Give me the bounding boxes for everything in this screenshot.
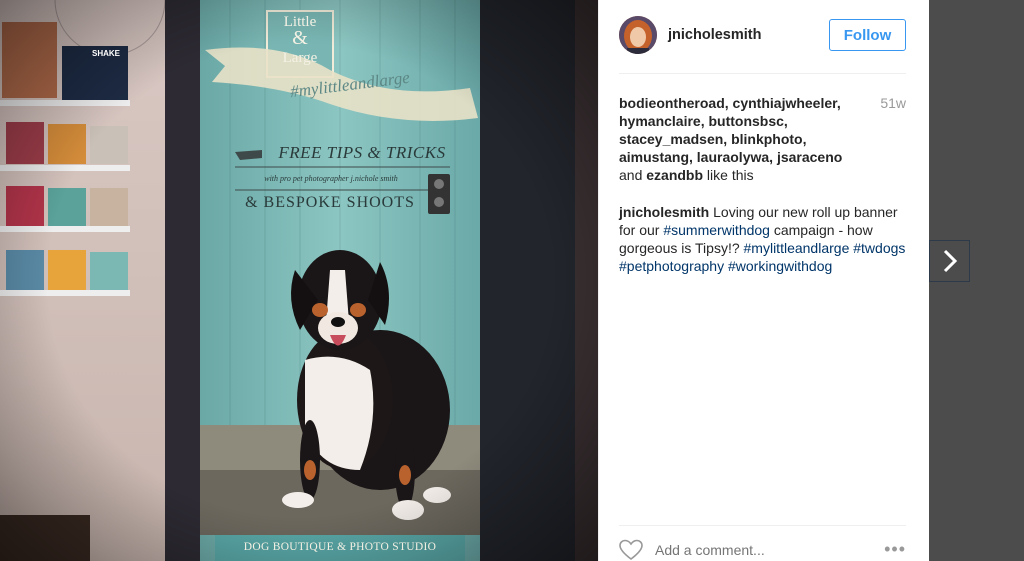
likes-summary: 51w bodieontheroad, cynthiajwheeler, hym… <box>619 94 906 184</box>
banner-bespoke: & BESPOKE SHOOTS <box>245 194 415 211</box>
post-photo: Little & Large #mylittleandlarge FREE TI… <box>0 0 598 561</box>
more-options-icon[interactable]: ••• <box>884 540 906 558</box>
liker-names[interactable]: bodieontheroad, cynthiajwheeler, hymancl… <box>619 95 842 165</box>
banner-free-tips: FREE TIPS & TRICKS <box>278 143 446 162</box>
banner-footer: DOG BOUTIQUE & PHOTO STUDIO <box>243 541 437 553</box>
username-link[interactable]: jnicholesmith <box>668 27 761 43</box>
likes-text: bodieontheroad, cynthiajwheeler, hymancl… <box>619 94 869 184</box>
comment-input[interactable] <box>655 541 855 558</box>
heart-icon[interactable] <box>619 539 643 561</box>
likes-and: and <box>619 167 643 183</box>
hashtag-link[interactable]: #twdogs <box>853 240 905 256</box>
post-side-panel: jnicholesmith Follow 51w bodieontheroad,… <box>598 0 929 561</box>
next-post-button[interactable] <box>929 240 970 282</box>
comment-bar: ••• <box>619 525 906 561</box>
post-modal: Little & Large #mylittleandlarge FREE TI… <box>0 0 929 561</box>
chevron-right-icon <box>943 249 957 273</box>
avatar[interactable] <box>619 16 657 54</box>
post-caption: jnicholesmith Loving our new roll up ban… <box>619 203 906 275</box>
banner-photographer-line: with pro pet photographer j.nichole smit… <box>264 174 398 183</box>
caption-author[interactable]: jnicholesmith <box>619 204 709 220</box>
shelf-book-label: SHAKE <box>91 49 120 58</box>
follow-button[interactable]: Follow <box>829 19 906 51</box>
post-header: jnicholesmith Follow <box>619 16 906 74</box>
hashtag-link[interactable]: #summerwithdog <box>663 222 770 238</box>
hashtag-link[interactable]: #mylittleandlarge <box>744 240 850 256</box>
hashtag-link[interactable]: #workingwithdog <box>728 258 832 274</box>
liker-last-name[interactable]: ezandbb <box>646 167 703 183</box>
banner-logo-amp: & <box>292 27 308 49</box>
likes-suffix: like this <box>706 167 754 183</box>
post-age[interactable]: 51w <box>880 94 906 112</box>
hashtag-link[interactable]: #petphotography <box>619 258 724 274</box>
banner-logo-line-2: Large <box>282 50 318 66</box>
avatar-image <box>619 16 657 54</box>
